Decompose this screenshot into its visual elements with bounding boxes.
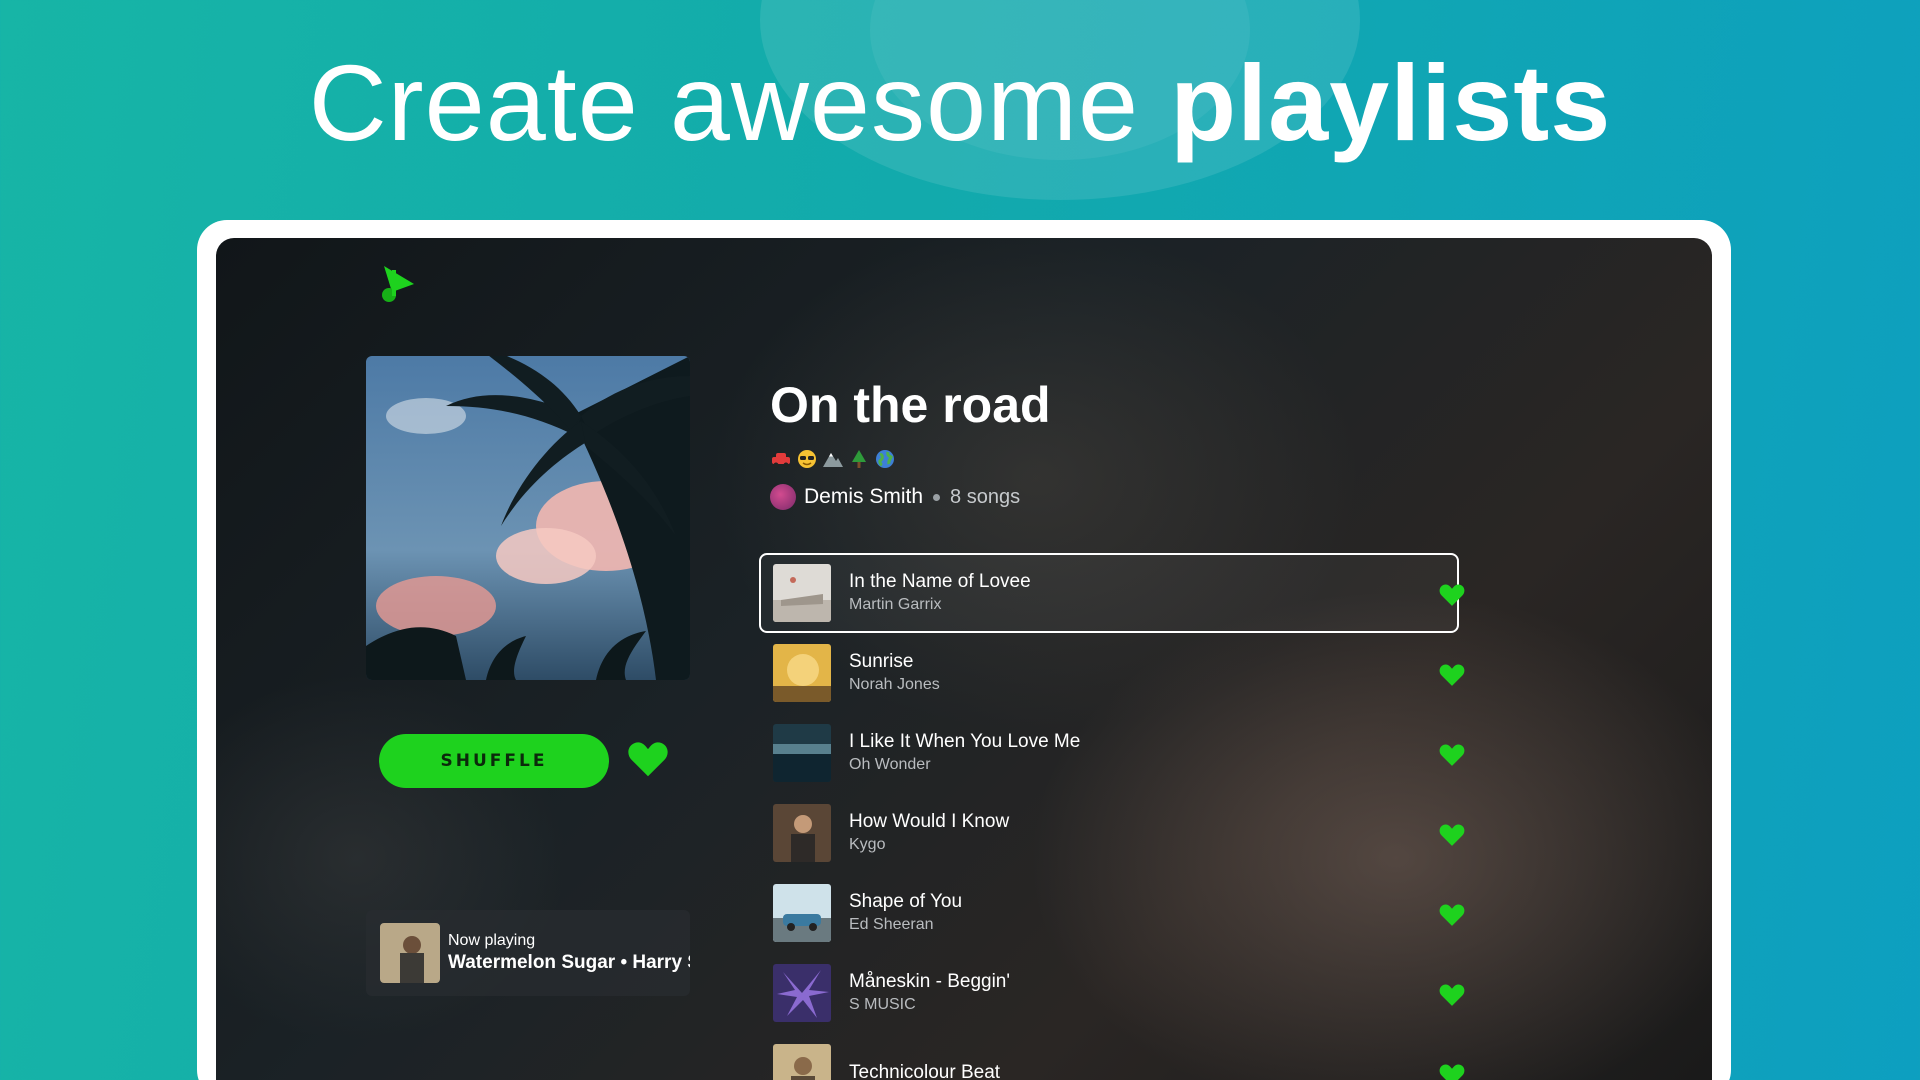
track-thumbnail xyxy=(773,1044,831,1080)
track-heart-icon[interactable] xyxy=(1438,1063,1466,1080)
track-artist: Ed Sheeran xyxy=(849,916,934,933)
playlist-title: On the road xyxy=(770,377,1051,433)
track-title: How Would I Know xyxy=(849,811,1010,832)
track-heart-icon[interactable] xyxy=(1438,743,1466,767)
track-list: In the Name of Lovee Martin Garrix Sunri… xyxy=(759,553,1465,1080)
playlist-emoji-row xyxy=(770,448,896,470)
track-row-3[interactable]: I Like It When You Love Me Oh Wonder xyxy=(759,713,1465,793)
track-heart-icon[interactable] xyxy=(1438,583,1466,607)
track-row-5[interactable]: Shape of You Ed Sheeran xyxy=(759,873,1465,953)
track-artist: Martin Garrix xyxy=(849,596,942,613)
shuffle-button[interactable]: SHUFFLE xyxy=(379,734,609,788)
track-artist: Kygo xyxy=(849,836,886,853)
track-row-6[interactable]: Måneskin - Beggin' S MUSIC xyxy=(759,953,1465,1033)
song-count: 8 songs xyxy=(950,485,1021,508)
headline: Create awesome playlists xyxy=(0,40,1920,165)
track-thumbnail xyxy=(773,964,831,1022)
headline-light: Create awesome xyxy=(308,42,1140,163)
now-playing-thumbnail xyxy=(380,923,440,983)
track-row-4[interactable]: How Would I Know Kygo xyxy=(759,793,1465,873)
track-thumbnail xyxy=(773,564,831,622)
now-playing-label: Now playing xyxy=(448,932,536,949)
track-heart-icon[interactable] xyxy=(1438,663,1466,687)
separator-dot xyxy=(933,493,941,501)
track-heart-icon[interactable] xyxy=(1438,983,1466,1007)
playlist-cover xyxy=(366,356,690,680)
now-playing-track: Watermelon Sugar • Harry Styles xyxy=(448,952,690,973)
track-row-7[interactable]: Technicolour Beat xyxy=(759,1033,1465,1080)
headline-bold: playlists xyxy=(1170,42,1612,163)
tree-icon xyxy=(852,450,866,468)
track-row-1[interactable]: In the Name of Lovee Martin Garrix xyxy=(759,553,1465,633)
track-row-2[interactable]: Sunrise Norah Jones xyxy=(759,633,1465,713)
track-title: Sunrise xyxy=(849,651,914,672)
track-thumbnail xyxy=(773,724,831,782)
now-playing-bar[interactable]: Now playing Watermelon Sugar • Harry Sty… xyxy=(366,910,690,996)
track-title: Måneskin - Beggin' xyxy=(849,971,1010,992)
car-icon xyxy=(772,453,790,468)
sunglasses-face-icon xyxy=(798,450,816,468)
track-artist: Oh Wonder xyxy=(849,756,931,773)
playlist-owner[interactable]: Demis Smith xyxy=(804,485,923,509)
track-thumbnail xyxy=(773,644,831,702)
track-title: I Like It When You Love Me xyxy=(849,731,1081,752)
track-artist: Norah Jones xyxy=(849,676,940,693)
track-title: Technicolour Beat xyxy=(849,1062,1001,1080)
track-title: Shape of You xyxy=(849,891,963,912)
app-screen: SHUFFLE Now playing Watermelon Sugar • H… xyxy=(216,238,1712,1080)
track-thumbnail xyxy=(773,884,831,942)
owner-avatar xyxy=(770,484,796,510)
mountain-icon xyxy=(823,453,843,467)
track-heart-icon[interactable] xyxy=(1438,823,1466,847)
globe-icon xyxy=(876,450,894,468)
track-artist: S MUSIC xyxy=(849,996,916,1013)
favorite-heart-icon[interactable] xyxy=(627,740,669,778)
music-note-logo-icon xyxy=(382,266,414,302)
track-title: In the Name of Lovee xyxy=(849,571,1031,592)
track-heart-icon[interactable] xyxy=(1438,903,1466,927)
track-thumbnail xyxy=(773,804,831,862)
playlist-meta: Demis Smith 8 songs xyxy=(770,484,1020,510)
